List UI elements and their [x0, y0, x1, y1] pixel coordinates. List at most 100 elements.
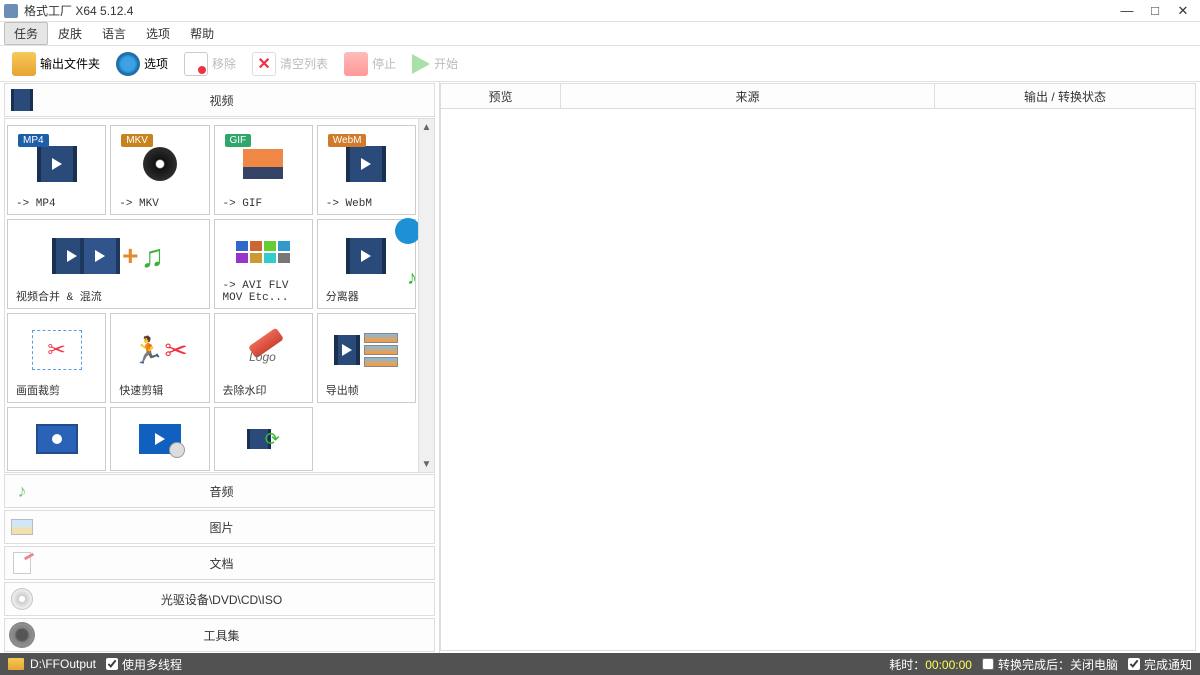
disc-icon	[9, 586, 35, 612]
col-output[interactable]: 输出 / 转换状态	[935, 84, 1195, 108]
tile-mkv[interactable]: MKV -> MKV	[110, 125, 209, 215]
aviflv-icon	[219, 224, 308, 280]
left-panel: 视频 MP4 -> MP4 MKV -> MKV GIF	[0, 82, 440, 653]
note-icon: ♪	[9, 478, 35, 504]
right-panel: 预览 来源 输出 / 转换状态	[440, 82, 1200, 653]
mkv-badge: MKV	[121, 134, 153, 147]
tile-player[interactable]	[110, 407, 209, 471]
menu-options[interactable]: 选项	[136, 22, 180, 45]
status-output-path[interactable]: D:\FFOutput	[8, 657, 96, 671]
menu-language[interactable]: 语言	[92, 22, 136, 45]
menu-task[interactable]: 任务	[4, 22, 48, 45]
minimize-button[interactable]: —	[1120, 4, 1134, 18]
gear-icon	[116, 52, 140, 76]
category-toolset-label: 工具集	[39, 627, 434, 644]
task-list-body[interactable]	[440, 109, 1196, 651]
menu-bar: 任务 皮肤 语言 选项 帮助	[0, 22, 1200, 46]
after-convert-checkbox[interactable]	[982, 658, 994, 670]
multithread-toggle[interactable]: 使用多线程	[106, 656, 182, 673]
category-document-label: 文档	[39, 555, 434, 572]
multithread-checkbox[interactable]	[106, 658, 118, 670]
after-convert-toggle[interactable]: 转换完成后：关闭电脑	[982, 656, 1118, 673]
gif-badge: GIF	[225, 134, 252, 147]
format-area: MP4 -> MP4 MKV -> MKV GIF -> GIF	[4, 118, 435, 473]
close-button[interactable]: ✕	[1176, 4, 1190, 18]
tile-merge[interactable]: +♫ 视频合并 & 混流	[7, 219, 210, 309]
tile-webm[interactable]: WebM -> WebM	[317, 125, 416, 215]
category-audio-label: 音频	[39, 483, 434, 500]
app-icon	[4, 4, 18, 18]
multithread-label: 使用多线程	[122, 656, 182, 673]
exportframe-icon	[322, 318, 411, 382]
tile-quickcut[interactable]: 🏃✂ 快速剪辑	[110, 313, 209, 403]
finish-notify-label: 完成通知	[1144, 656, 1192, 673]
toolbar: 输出文件夹 选项 移除 ✕ 清空列表 停止 开始	[0, 46, 1200, 82]
download-icon: ⟳	[219, 412, 308, 466]
tile-mp4[interactable]: MP4 -> MP4	[7, 125, 106, 215]
clear-list-label: 清空列表	[280, 55, 328, 72]
category-picture[interactable]: 图片	[4, 510, 435, 544]
watermark-label: 去除水印	[219, 382, 308, 398]
menu-help[interactable]: 帮助	[180, 22, 224, 45]
category-audio[interactable]: ♪ 音频	[4, 474, 435, 508]
scrollbar[interactable]: ▲ ▼	[418, 119, 434, 472]
splitter-icon: ♪	[322, 224, 411, 288]
format-grid: MP4 -> MP4 MKV -> MKV GIF -> GIF	[7, 125, 416, 471]
clear-list-button[interactable]: ✕ 清空列表	[246, 50, 334, 78]
category-toolset[interactable]: 工具集	[4, 618, 435, 652]
tile-splitter[interactable]: ♪ 分离器	[317, 219, 416, 309]
tile-crop[interactable]: ✂ 画面裁剪	[7, 313, 106, 403]
maximize-button[interactable]: □	[1148, 4, 1162, 18]
format-scroll: MP4 -> MP4 MKV -> MKV GIF -> GIF	[5, 119, 418, 472]
tile-screenrec[interactable]	[7, 407, 106, 471]
after-convert-label: 转换完成后：关闭电脑	[998, 656, 1118, 673]
tile-watermark[interactable]: Logo 去除水印	[214, 313, 313, 403]
options-button[interactable]: 选项	[110, 50, 174, 78]
scroll-thumb-area[interactable]	[419, 135, 434, 456]
gif-label: -> GIF	[219, 198, 308, 210]
window-title: 格式工厂 X64 5.12.4	[24, 2, 1120, 19]
scroll-down-icon[interactable]: ▼	[419, 456, 434, 472]
tile-exportframe[interactable]: 导出帧	[317, 313, 416, 403]
menu-skin[interactable]: 皮肤	[48, 22, 92, 45]
category-rom-label: 光驱设备\DVD\CD\ISO	[39, 591, 434, 608]
status-bar: D:\FFOutput 使用多线程 耗时：00:00:00 转换完成后：关闭电脑…	[0, 653, 1200, 675]
finish-notify-toggle[interactable]: 完成通知	[1128, 656, 1192, 673]
remove-icon	[184, 52, 208, 76]
col-preview[interactable]: 预览	[441, 84, 561, 108]
col-source[interactable]: 来源	[561, 84, 935, 108]
scroll-up-icon[interactable]: ▲	[419, 119, 434, 135]
tile-gif[interactable]: GIF -> GIF	[214, 125, 313, 215]
tile-download[interactable]: ⟳	[214, 407, 313, 471]
category-video[interactable]: 视频	[4, 83, 435, 117]
window-controls: — □ ✕	[1120, 4, 1196, 18]
crop-icon: ✂	[12, 318, 101, 382]
main-area: 视频 MP4 -> MP4 MKV -> MKV GIF	[0, 82, 1200, 653]
folder-small-icon	[8, 658, 24, 670]
output-folder-button[interactable]: 输出文件夹	[6, 50, 106, 78]
merge-icon: +♫	[12, 224, 205, 288]
screenrec-icon	[12, 412, 101, 466]
category-picture-label: 图片	[39, 519, 434, 536]
finish-notify-checkbox[interactable]	[1128, 658, 1140, 670]
document-icon	[9, 550, 35, 576]
quickcut-label: 快速剪辑	[115, 382, 204, 398]
player-icon	[115, 412, 204, 466]
start-button[interactable]: 开始	[406, 52, 464, 76]
tile-aviflv[interactable]: -> AVI FLV MOV Etc...	[214, 219, 313, 309]
category-document[interactable]: 文档	[4, 546, 435, 580]
category-rom[interactable]: 光驱设备\DVD\CD\ISO	[4, 582, 435, 616]
quickcut-icon: 🏃✂	[115, 318, 204, 382]
gear2-icon	[9, 622, 35, 648]
output-folder-label: 输出文件夹	[40, 55, 100, 72]
task-list-header: 预览 来源 输出 / 转换状态	[440, 83, 1196, 109]
remove-button[interactable]: 移除	[178, 50, 242, 78]
output-path-label: D:\FFOutput	[30, 657, 96, 671]
crop-label: 画面裁剪	[12, 382, 101, 398]
aviflv-label: -> AVI FLV MOV Etc...	[219, 280, 308, 304]
webm-badge: WebM	[328, 134, 367, 147]
options-label: 选项	[144, 55, 168, 72]
folder-icon	[12, 52, 36, 76]
remove-label: 移除	[212, 55, 236, 72]
stop-button[interactable]: 停止	[338, 50, 402, 78]
